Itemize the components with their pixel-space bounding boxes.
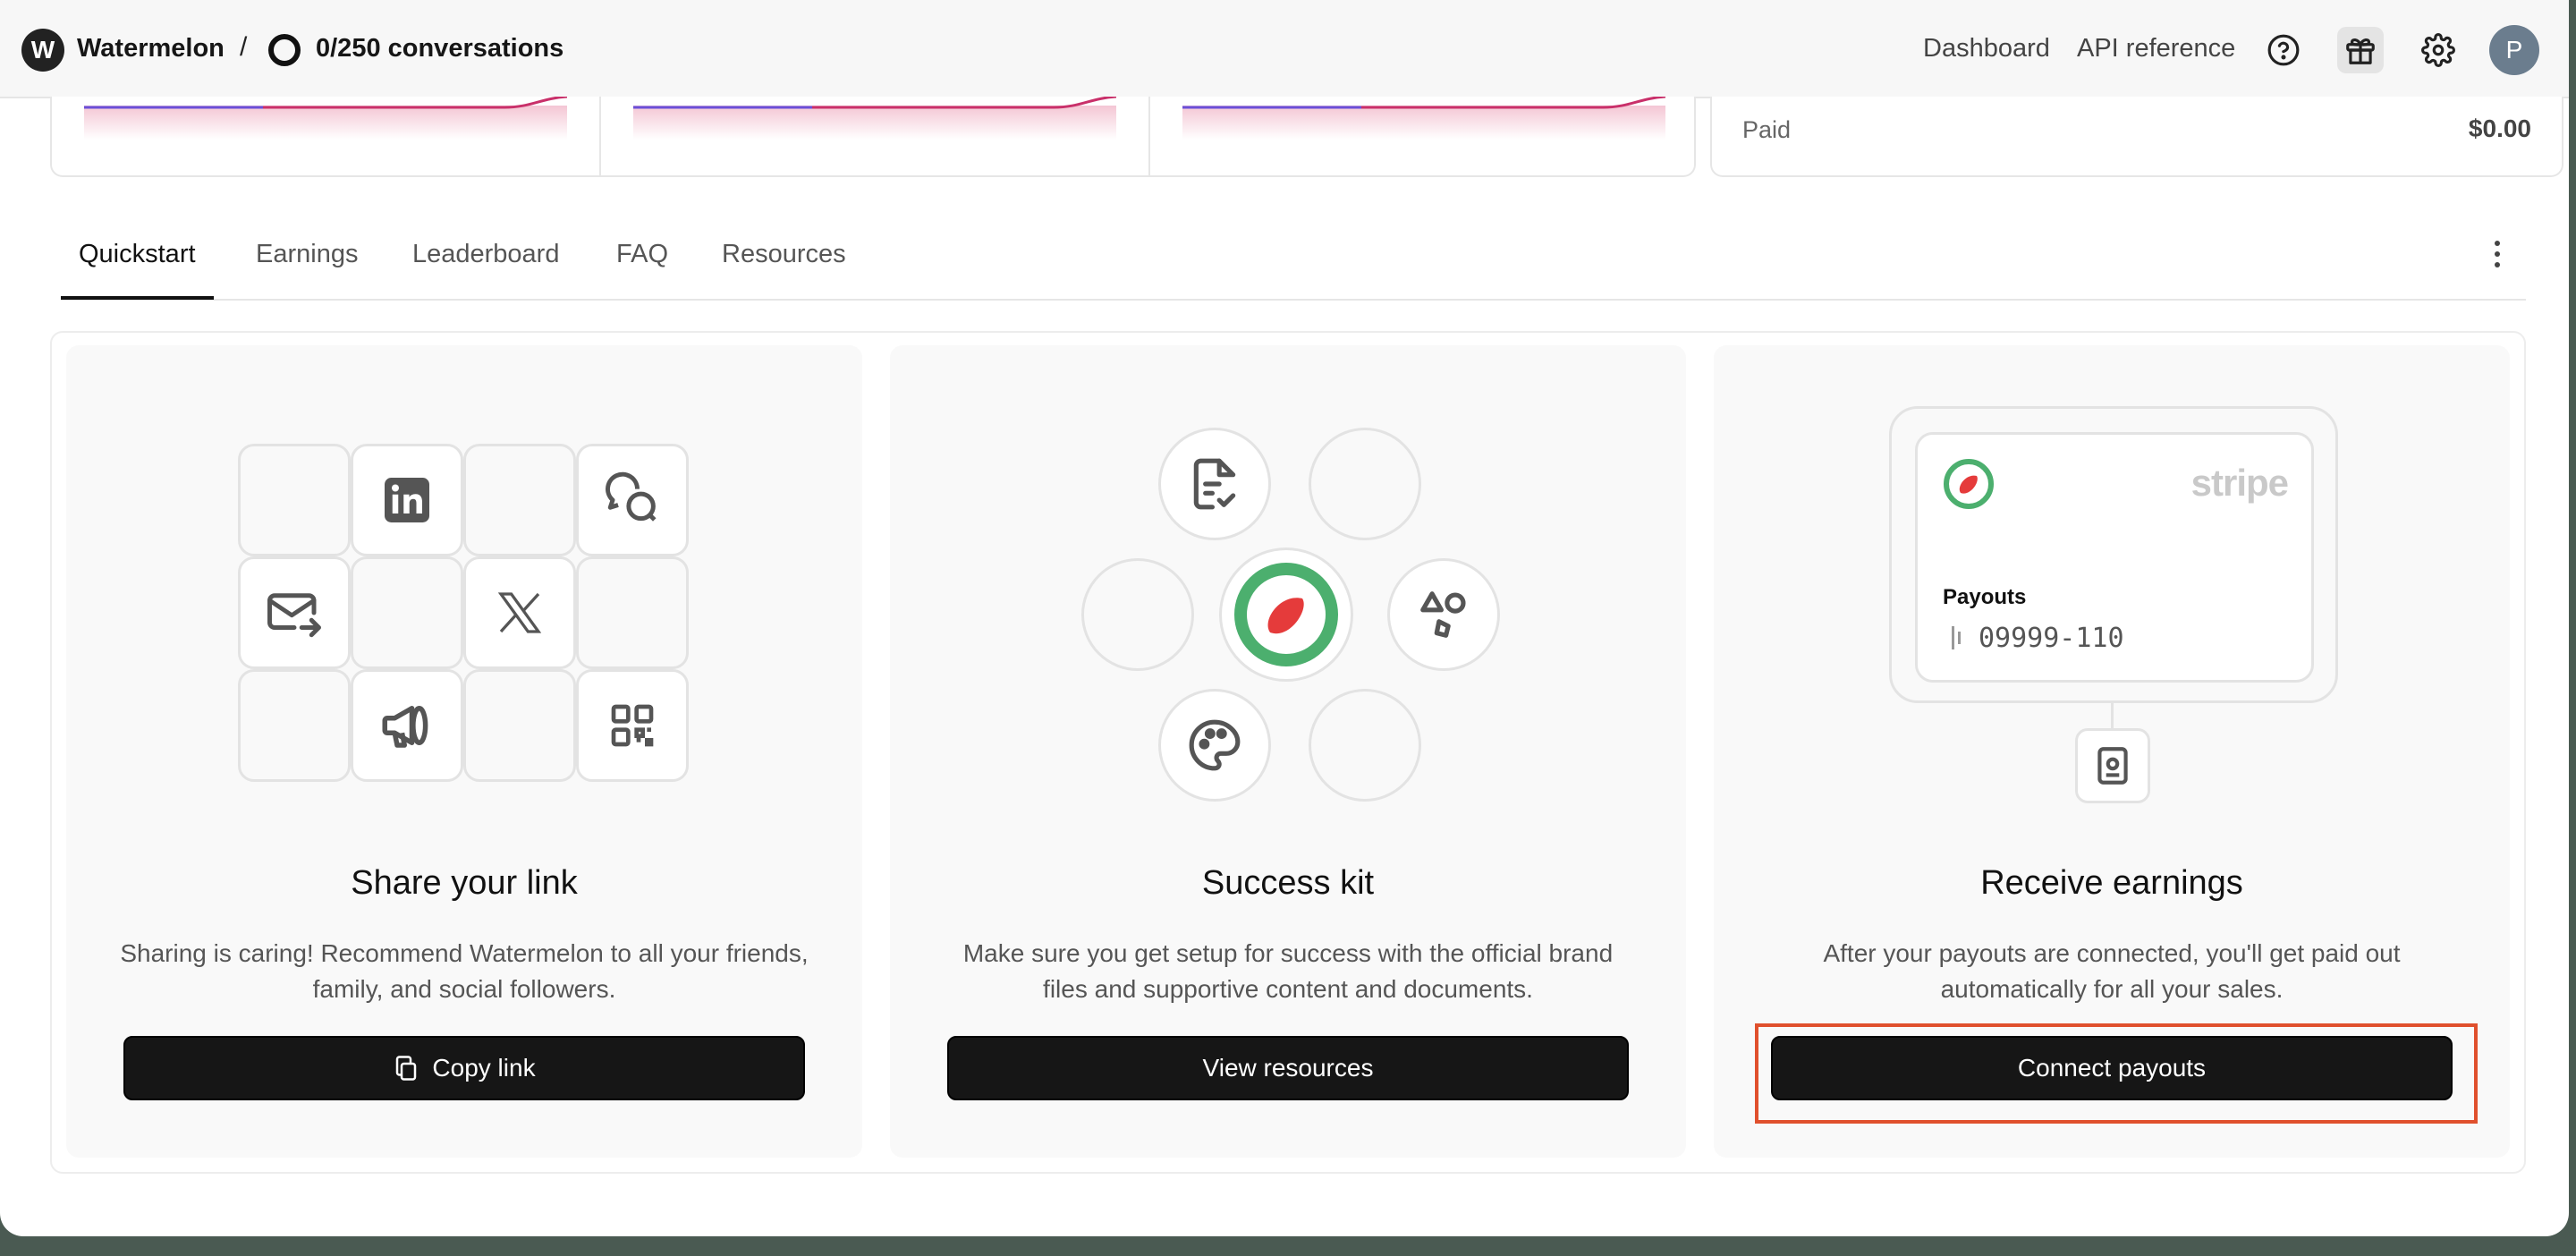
grid-cell-qr	[576, 669, 689, 782]
x-logo-icon	[497, 592, 542, 633]
sparkline-chart	[84, 97, 567, 140]
user-avatar[interactable]: P	[2489, 25, 2539, 75]
settings-button[interactable]	[2415, 27, 2462, 73]
success-kit-card: Success kit Make sure you get setup for …	[890, 345, 1686, 1158]
nav-api-reference-link[interactable]: API reference	[2077, 34, 2235, 64]
top-bar: W Watermelon / 0/250 conversations Dashb…	[0, 0, 2569, 98]
palette-icon	[1189, 719, 1241, 771]
gift-icon	[2346, 38, 2375, 64]
success-kit-description: Make sure you get setup for success with…	[962, 939, 1614, 1003]
chat-bubbles-icon	[606, 471, 657, 522]
sparkline-chart	[633, 97, 1116, 140]
view-resources-label: View resources	[1202, 1054, 1374, 1082]
tab-quickstart[interactable]: Quickstart	[61, 240, 214, 300]
conversation-count[interactable]: 0/250 conversations	[316, 34, 564, 64]
copy-link-label: Copy link	[432, 1054, 536, 1082]
grid-cell-x	[463, 556, 576, 669]
watermelon-logo[interactable]: W	[21, 29, 64, 72]
kit-circle-palette	[1158, 689, 1271, 802]
grid-cell-mail	[238, 556, 351, 669]
kebab-menu-icon	[2495, 241, 2500, 267]
tab-faq[interactable]: FAQ	[616, 240, 668, 296]
receive-earnings-card: stripe Payouts 09999-110 Receive earning…	[1714, 345, 2510, 1158]
payouts-account-number: 09999-110	[1979, 623, 2124, 654]
connector-line	[2111, 701, 2114, 730]
tab-earnings[interactable]: Earnings	[256, 240, 358, 296]
grid-cell-linkedin	[351, 444, 463, 556]
brand-name[interactable]: Watermelon	[77, 34, 225, 64]
connect-payouts-button[interactable]: Connect payouts	[1771, 1036, 2453, 1100]
stripe-illustration-frame: stripe Payouts 09999-110	[1889, 406, 2338, 703]
more-options-button[interactable]	[2487, 236, 2508, 272]
paid-card: Paid $0.00	[1710, 97, 2563, 177]
paid-label: Paid	[1742, 116, 1792, 143]
help-button[interactable]	[2260, 27, 2307, 73]
help-circle-icon	[2267, 34, 2300, 66]
stats-card	[50, 97, 1696, 177]
conversation-progress-ring-icon	[268, 34, 301, 66]
connect-payouts-label: Connect payouts	[2017, 1054, 2207, 1082]
kit-circle-shapes	[1387, 558, 1500, 671]
grid-cell-chat	[576, 444, 689, 556]
copy-icon	[396, 1056, 417, 1081]
app-window: W Watermelon / 0/250 conversations Dashb…	[0, 0, 2569, 1236]
shapes-icon	[1420, 591, 1466, 638]
stat-cell-signups	[601, 97, 1150, 175]
grid-cell-megaphone	[351, 669, 463, 782]
payouts-label: Payouts	[1943, 585, 2027, 609]
tab-leaderboard[interactable]: Leaderboard	[412, 240, 559, 296]
document-check-icon	[1193, 458, 1236, 510]
receive-earnings-title: Receive earnings	[1980, 864, 2243, 902]
grid-cell-empty	[238, 669, 351, 782]
watermelon-logo-icon	[1234, 563, 1338, 666]
kit-circle-center	[1219, 547, 1353, 682]
stripe-payout-card: stripe Payouts 09999-110	[1915, 432, 2314, 683]
grid-cell-empty	[463, 669, 576, 782]
breadcrumb-separator: /	[240, 32, 248, 62]
gift-button[interactable]	[2337, 27, 2384, 73]
grid-cell-empty	[238, 444, 351, 556]
copy-link-button[interactable]: Copy link	[123, 1036, 805, 1100]
kit-circle-empty	[1309, 689, 1421, 802]
tab-bar: Quickstart Earnings Leaderboard FAQ Reso…	[61, 215, 2526, 301]
linkedin-icon	[385, 478, 429, 522]
megaphone-icon	[382, 706, 428, 748]
id-badge-icon	[2097, 747, 2128, 785]
kit-circle-document	[1158, 428, 1271, 540]
share-link-card: Share your link Sharing is caring! Recom…	[66, 345, 862, 1158]
kit-circle-empty	[1081, 558, 1194, 671]
gear-icon	[2421, 33, 2455, 67]
qr-code-icon	[611, 704, 654, 747]
nav-dashboard-link[interactable]: Dashboard	[1923, 34, 2050, 64]
tab-resources[interactable]: Resources	[722, 240, 846, 296]
grid-cell-empty	[351, 556, 463, 669]
success-kit-title: Success kit	[1201, 864, 1375, 902]
receive-earnings-description: After your payouts are connected, you'll…	[1823, 939, 2401, 1003]
share-link-description: Sharing is caring! Recommend Watermelon …	[120, 939, 809, 1003]
grid-cell-empty	[463, 444, 576, 556]
id-badge-box	[2075, 728, 2150, 803]
view-resources-button[interactable]: View resources	[947, 1036, 1629, 1100]
grid-cell-empty	[576, 556, 689, 669]
sparkline-chart	[1182, 97, 1665, 140]
stat-cell-clicks	[52, 97, 601, 175]
paid-value: $0.00	[2468, 115, 2531, 142]
mail-forward-icon	[267, 593, 321, 638]
bank-routing-icon	[1952, 626, 1961, 649]
watermelon-logo-icon	[1944, 459, 1994, 509]
stat-cell-conversions	[1150, 97, 1696, 175]
share-link-title: Share your link	[351, 864, 578, 902]
stripe-wordmark: stripe	[2190, 462, 2289, 504]
kit-circle-empty	[1309, 428, 1421, 540]
